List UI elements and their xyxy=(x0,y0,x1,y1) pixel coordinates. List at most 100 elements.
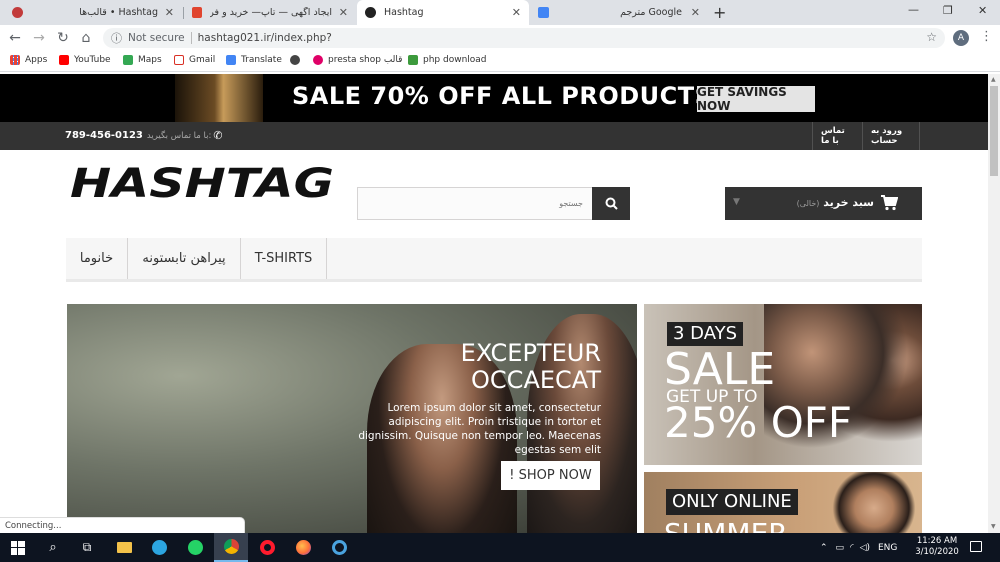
top-nav-bar: 789-456-0123 با ما تماس بگیرید: ✆ تماس ب… xyxy=(0,122,988,150)
home-favicon-icon xyxy=(192,7,202,18)
windows-logo-icon xyxy=(11,540,25,555)
bookmark-apps[interactable]: Apps xyxy=(10,55,47,65)
search-taskbar-icon[interactable]: ⌕ xyxy=(36,533,70,562)
telegram-icon[interactable] xyxy=(142,533,176,562)
minimize-button[interactable]: — xyxy=(908,3,919,16)
home-icon[interactable]: ⌂ xyxy=(77,29,95,47)
start-button[interactable] xyxy=(1,533,35,562)
tab-google-translate[interactable]: مترجم Google ✕ xyxy=(530,0,708,25)
chevron-down-icon: ▼ xyxy=(733,197,740,207)
menu-item-women[interactable]: خانوما xyxy=(66,238,128,279)
scroll-down-icon[interactable]: ▼ xyxy=(991,523,996,530)
task-view-icon[interactable]: ⧉ xyxy=(70,533,104,562)
translate-icon xyxy=(226,55,236,65)
promo-online-card[interactable]: ONLY ONLINE SUMMER xyxy=(644,472,922,533)
address-bar[interactable]: ⓘ Not secure hashtag021.ir/index.php? ☆ xyxy=(103,28,945,48)
phone-number: 789-456-0123 xyxy=(65,130,143,141)
maximize-button[interactable]: ❐ xyxy=(943,4,953,17)
translate-favicon-icon xyxy=(538,7,549,18)
firefox-icon[interactable] xyxy=(286,533,320,562)
scrollbar-thumb[interactable] xyxy=(990,86,998,176)
status-bubble: Connecting... xyxy=(0,517,245,533)
menu-item-summer-shirts[interactable]: پیراهن تابستونه xyxy=(128,238,241,279)
phone-label: با ما تماس بگیرید: xyxy=(146,130,212,141)
get-savings-button[interactable]: GET SAVINGS NOW xyxy=(697,85,815,113)
main-menu: خانوما پیراهن تابستونه T-SHIRTS xyxy=(66,238,922,282)
search-input[interactable] xyxy=(358,188,593,219)
phone-icon: ✆ xyxy=(213,129,223,142)
slider-description: Lorem ipsum dolor sit amet, consectetur … xyxy=(358,402,601,456)
login-link[interactable]: ورود به حساب xyxy=(862,122,920,150)
clock-time: 11:26 AM xyxy=(916,536,958,546)
internet-explorer-icon[interactable] xyxy=(322,533,356,562)
url-text: hashtag021.ir/index.php? xyxy=(197,32,332,44)
close-tab-icon[interactable]: ✕ xyxy=(339,6,348,19)
prestashop-icon xyxy=(313,55,323,65)
tab-templates[interactable]: قالب‌ها • Hashtag ✕ xyxy=(4,0,182,25)
menu-kebab-icon[interactable]: ⋮ xyxy=(980,29,993,44)
browser-tab-bar: قالب‌ها • Hashtag ✕ ایجاد آگهی — تاپ— خر… xyxy=(0,0,1000,25)
menu-item-tshirts[interactable]: T-SHIRTS xyxy=(241,238,327,279)
contact-us-link[interactable]: تماس با ما xyxy=(812,122,862,150)
maps-icon xyxy=(123,55,133,65)
globe-icon xyxy=(290,55,300,65)
promo-sale-card[interactable]: 3 DAYS SALE GET UP TO 25% OFF xyxy=(644,304,922,465)
bookmark-youtube[interactable]: YouTube xyxy=(59,55,111,65)
opera-icon[interactable] xyxy=(250,533,284,562)
logo-graphic: HASHTAG xyxy=(70,161,334,207)
battery-icon[interactable]: ▭ xyxy=(836,543,845,553)
forward-arrow-icon[interactable]: → xyxy=(30,29,48,47)
bookmark-gmail[interactable]: Gmail xyxy=(174,55,215,65)
windows-taskbar: ⌕ ⧉ ⌃ ▭ ◜ ◁) ENG 11:26 AM 3/10/2020 xyxy=(0,533,1000,562)
apps-grid-icon xyxy=(10,55,20,65)
chrome-taskbar-icon[interactable] xyxy=(214,533,248,562)
scroll-up-icon[interactable]: ▲ xyxy=(991,76,996,83)
whatsapp-icon[interactable] xyxy=(178,533,212,562)
chevron-up-icon[interactable]: ⌃ xyxy=(820,543,828,553)
close-window-button[interactable]: ✕ xyxy=(978,4,987,17)
info-icon[interactable]: ⓘ xyxy=(111,30,122,46)
promo-banner[interactable]: SALE 70% OFF ALL PRODUCTS GET SAVINGS NO… xyxy=(0,74,988,122)
promo-days: 3 DAYS xyxy=(667,322,744,346)
browser-toolbar: ← → ↻ ⌂ ⓘ Not secure hashtag021.ir/index… xyxy=(0,25,1000,51)
tab-hashtag[interactable]: Hashtag ✕ xyxy=(357,0,529,25)
hero-slider[interactable]: EXCEPTEUR OCCAECAT Lorem ipsum dolor sit… xyxy=(67,304,637,533)
close-tab-icon[interactable]: ✕ xyxy=(512,6,521,19)
wifi-icon[interactable]: ◜ xyxy=(850,543,854,553)
back-arrow-icon[interactable]: ← xyxy=(6,29,24,47)
promo-percent: 25% OFF xyxy=(664,398,853,447)
profile-avatar[interactable]: A xyxy=(953,30,969,46)
search-box xyxy=(357,187,630,220)
language-indicator[interactable]: ENG xyxy=(878,543,897,553)
search-icon xyxy=(605,197,618,210)
bookmark-prestashop[interactable]: presta shop قالب xyxy=(313,55,402,65)
contact-phone: 789-456-0123 با ما تماس بگیرید: ✆ xyxy=(65,129,223,142)
cart-label: سبد خرید (خالی) xyxy=(796,196,874,209)
bookmark-php-download[interactable]: php download xyxy=(408,55,487,65)
shop-now-button[interactable]: ! SHOP NOW xyxy=(501,461,600,490)
new-tab-button[interactable]: + xyxy=(713,3,726,22)
system-clock[interactable]: 11:26 AM 3/10/2020 xyxy=(912,536,962,558)
file-explorer-icon[interactable] xyxy=(107,533,141,562)
bookmark-translate[interactable]: Translate xyxy=(226,55,282,65)
search-button[interactable] xyxy=(592,187,630,220)
tab-create-ad[interactable]: ایجاد آگهی — تاپ— خرید و فروش ✕ xyxy=(184,0,356,25)
youtube-icon xyxy=(59,55,69,65)
volume-icon[interactable]: ◁) xyxy=(860,543,870,553)
bookmark-star-icon[interactable]: ☆ xyxy=(926,30,937,44)
security-indicator: Not secure xyxy=(128,32,185,44)
bookmark-maps[interactable]: Maps xyxy=(123,55,162,65)
model-face-image xyxy=(829,472,919,533)
close-tab-icon[interactable]: ✕ xyxy=(165,6,174,19)
page-scrollbar[interactable]: ▲ ▼ xyxy=(988,74,1000,533)
bookmark-globe[interactable] xyxy=(290,55,305,65)
promo-online: ONLY ONLINE xyxy=(666,489,798,515)
notification-center-icon[interactable] xyxy=(970,541,982,552)
cart-button[interactable]: ▼ سبد خرید (خالی) xyxy=(725,187,922,220)
reload-icon[interactable]: ↻ xyxy=(54,29,72,47)
hashtag-logo[interactable]: HASHTAG xyxy=(68,161,338,207)
system-tray: ⌃ ▭ ◜ ◁) ENG xyxy=(820,533,897,562)
close-tab-icon[interactable]: ✕ xyxy=(691,6,700,19)
slider-title: EXCEPTEUR OCCAECAT xyxy=(460,339,601,394)
banner-model-image xyxy=(175,74,263,122)
